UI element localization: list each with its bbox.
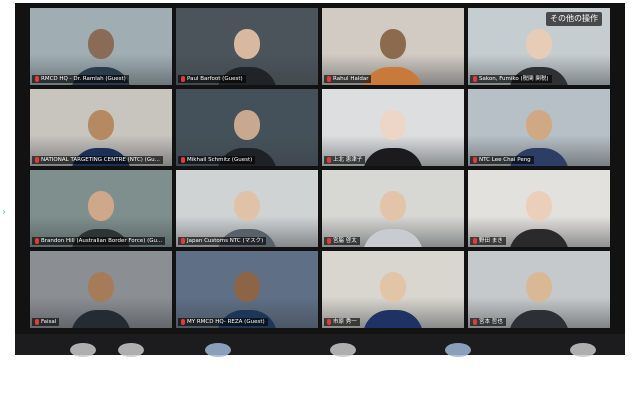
participant-name: Mikhail Schmitz (Guest) xyxy=(187,157,253,163)
mic-muted-icon xyxy=(327,319,331,325)
participant-tile[interactable]: Sakon, Fumiko (税関 関税) その他の操作 xyxy=(468,8,610,85)
participant-name: Paul Barfoot (Guest) xyxy=(187,76,243,82)
participant-name-label: Paul Barfoot (Guest) xyxy=(178,75,246,83)
participant-name-label: 上北 恵津子 xyxy=(324,156,366,164)
participant-name: 上北 恵津子 xyxy=(333,157,363,163)
participant-name: Faisal xyxy=(41,319,57,325)
participant-name-label: Faisal xyxy=(32,318,60,326)
mic-muted-icon xyxy=(181,238,185,244)
participant-name-label: NATIONAL TARGETING CENTRE (NTC) (Gu... xyxy=(32,156,163,164)
participant-video xyxy=(71,268,131,328)
mic-muted-icon xyxy=(327,76,331,82)
participant-name: NATIONAL TARGETING CENTRE (NTC) (Gu... xyxy=(41,157,160,163)
mic-muted-icon xyxy=(35,238,39,244)
mic-muted-icon xyxy=(473,238,477,244)
participant-tile[interactable]: NATIONAL TARGETING CENTRE (NTC) (Gu... xyxy=(30,89,172,166)
mic-muted-icon xyxy=(35,319,39,325)
participant-name: Brandon Hill (Australian Border Force) (… xyxy=(41,238,163,244)
participant-video xyxy=(363,25,423,85)
mic-muted-icon xyxy=(327,157,331,163)
participant-tile[interactable]: 野田 まき xyxy=(468,170,610,247)
participant-name: NTC Lee Chai Peng xyxy=(479,157,531,163)
participant-name-label: Japan Customs NTC (マスク) xyxy=(178,237,267,245)
mic-muted-icon xyxy=(35,76,39,82)
participant-tile[interactable]: Brandon Hill (Australian Border Force) (… xyxy=(30,170,172,247)
participant-name: 野田 まき xyxy=(479,238,503,244)
participant-video xyxy=(509,187,569,247)
participant-tile[interactable]: 上北 恵津子 xyxy=(322,89,464,166)
mic-muted-icon xyxy=(181,157,185,163)
participant-video xyxy=(363,106,423,166)
participant-name: Japan Customs NTC (マスク) xyxy=(187,238,264,244)
decorative-mark-icon: › xyxy=(2,207,6,218)
participant-name: Rahul Haldar xyxy=(333,76,369,82)
participant-tile[interactable]: Paul Barfoot (Guest) xyxy=(176,8,318,85)
participant-tile[interactable]: 宮脇 啓太 xyxy=(322,170,464,247)
participant-name-label: 宮本 哲也 xyxy=(470,318,506,326)
participant-name-label: Sakon, Fumiko (税関 関税) xyxy=(470,75,552,83)
mic-muted-icon xyxy=(35,157,39,163)
participant-tile[interactable]: MY RMCD HQ- REZA (Guest) xyxy=(176,251,318,328)
participant-tile[interactable]: Japan Customs NTC (マスク) xyxy=(176,170,318,247)
participant-video xyxy=(363,187,423,247)
participant-name: 市原 秀一 xyxy=(333,319,357,325)
mic-muted-icon xyxy=(473,319,477,325)
mic-muted-icon xyxy=(327,238,331,244)
participant-name: MY RMCD HQ- REZA (Guest) xyxy=(187,319,265,325)
participant-name: Sakon, Fumiko (税関 関税) xyxy=(479,76,549,82)
participant-name-label: NTC Lee Chai Peng xyxy=(470,156,534,164)
participant-name-label: Rahul Haldar xyxy=(324,75,372,83)
participant-name: 宮脇 啓太 xyxy=(333,238,357,244)
participant-name-label: Mikhail Schmitz (Guest) xyxy=(178,156,256,164)
mic-muted-icon xyxy=(473,76,477,82)
participant-name-label: Brandon Hill (Australian Border Force) (… xyxy=(32,237,166,245)
more-actions-button[interactable]: その他の操作 xyxy=(546,12,602,26)
participant-tile[interactable]: 市原 秀一 xyxy=(322,251,464,328)
participant-name-label: 宮脇 啓太 xyxy=(324,237,360,245)
participant-name-label: RMCD HQ - Dr. Ramlah (Guest) xyxy=(32,75,129,83)
mic-muted-icon xyxy=(181,319,185,325)
participant-name-label: 野田 まき xyxy=(470,237,506,245)
mic-muted-icon xyxy=(473,157,477,163)
participant-name-label: MY RMCD HQ- REZA (Guest) xyxy=(178,318,268,326)
participant-name: 宮本 哲也 xyxy=(479,319,503,325)
participant-tile[interactable]: 宮本 哲也 xyxy=(468,251,610,328)
mic-muted-icon xyxy=(181,76,185,82)
participant-tile[interactable]: Rahul Haldar xyxy=(322,8,464,85)
participant-tile[interactable]: RMCD HQ - Dr. Ramlah (Guest) xyxy=(30,8,172,85)
participant-video xyxy=(509,268,569,328)
participant-video xyxy=(363,268,423,328)
participant-tile[interactable]: Mikhail Schmitz (Guest) xyxy=(176,89,318,166)
participant-tile[interactable]: Faisal xyxy=(30,251,172,328)
participant-tile[interactable]: NTC Lee Chai Peng xyxy=(468,89,610,166)
participant-name-label: 市原 秀一 xyxy=(324,318,360,326)
participant-strip xyxy=(15,334,625,355)
participant-name: RMCD HQ - Dr. Ramlah (Guest) xyxy=(41,76,126,82)
